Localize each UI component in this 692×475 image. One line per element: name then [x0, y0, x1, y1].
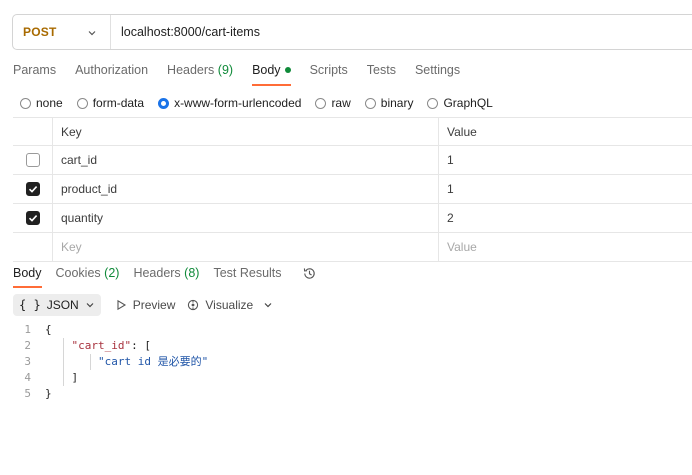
request-url-bar: POST localhost:8000/cart-items [12, 14, 692, 50]
line-number: 1 [24, 323, 31, 336]
param-key[interactable]: product_id [53, 175, 439, 203]
table-row: quantity 2 [13, 204, 692, 233]
visualize-icon [188, 299, 199, 311]
response-tabs: Body Cookies (2) Headers (8) Test Result… [13, 266, 317, 288]
tab-authorization[interactable]: Authorization [75, 62, 148, 86]
table-row: cart_id 1 [13, 146, 692, 175]
table-row: product_id 1 [13, 175, 692, 204]
check-icon [28, 215, 37, 222]
param-value[interactable]: 1 [439, 175, 692, 203]
line-number: 2 [24, 339, 31, 352]
body-type-urlencoded[interactable]: x-www-form-urlencoded [158, 96, 301, 110]
radio-icon[interactable] [364, 97, 376, 109]
method-select[interactable]: POST [13, 15, 111, 49]
radio-icon[interactable] [427, 97, 439, 109]
line-number: 3 [24, 355, 31, 368]
preview-button[interactable]: Preview [115, 298, 175, 312]
tab-body[interactable]: Body [252, 62, 291, 86]
radio-icon[interactable] [315, 97, 327, 109]
param-value[interactable]: 1 [439, 146, 692, 174]
visualize-button[interactable]: Visualize [187, 298, 253, 312]
radio-icon[interactable] [76, 97, 88, 109]
chevron-down-icon [86, 303, 94, 308]
indent-guide [63, 338, 64, 354]
column-header-key: Key [53, 118, 439, 145]
code-line: 4 ] [13, 370, 208, 386]
new-value-input[interactable]: Value [439, 233, 692, 261]
url-input[interactable]: localhost:8000/cart-items [111, 25, 692, 39]
indent-guide [90, 354, 91, 370]
code-line: 3 "cart id 是必要的" [13, 354, 208, 370]
tab-response-headers[interactable]: Headers (8) [133, 266, 199, 288]
chevron-down-icon[interactable] [263, 300, 273, 310]
line-number: 5 [24, 387, 31, 400]
body-params-table: Key Value cart_id 1 product_id 1 quantit… [13, 117, 692, 262]
check-icon [28, 186, 37, 193]
body-type-form-data[interactable]: form-data [76, 96, 144, 110]
history-icon[interactable] [302, 266, 317, 281]
tab-test-results[interactable]: Test Results [213, 266, 281, 288]
body-status-dot [284, 66, 291, 73]
body-type-raw[interactable]: raw [315, 96, 351, 110]
radio-selected-icon[interactable] [158, 97, 170, 109]
row-checkbox[interactable] [25, 211, 40, 225]
param-value[interactable]: 2 [439, 204, 692, 232]
table-row-new: Key Value [13, 233, 692, 262]
code-line: 1{ [13, 322, 208, 338]
play-icon [117, 299, 126, 311]
method-label: POST [23, 25, 57, 39]
tab-scripts[interactable]: Scripts [310, 62, 348, 86]
body-type-binary[interactable]: binary [364, 96, 413, 110]
format-label: JSON [46, 298, 79, 312]
braces-icon: { } [19, 298, 41, 312]
row-checkbox[interactable] [25, 153, 40, 167]
new-key-input[interactable]: Key [53, 233, 439, 261]
header-check-cell [13, 118, 53, 145]
code-line: 2 "cart_id": [ [13, 338, 208, 354]
tab-cookies[interactable]: Cookies (2) [56, 266, 120, 288]
column-header-value: Value [447, 124, 477, 139]
chevron-down-icon [88, 31, 96, 36]
code-line: 5} [13, 386, 208, 402]
body-type-none[interactable]: none [20, 96, 63, 110]
response-code-viewer: 1{ 2 "cart_id": [ 3 "cart id 是必要的" 4 ] 5… [13, 322, 208, 402]
radio-icon[interactable] [20, 97, 31, 109]
tab-settings[interactable]: Settings [415, 62, 460, 86]
format-select[interactable]: { } JSON [13, 294, 101, 316]
body-type-selector: none form-data x-www-form-urlencoded raw… [20, 96, 507, 110]
param-key[interactable]: cart_id [53, 146, 439, 174]
tab-response-body[interactable]: Body [13, 266, 42, 288]
row-checkbox[interactable] [25, 182, 40, 196]
tab-tests[interactable]: Tests [367, 62, 396, 86]
tab-headers[interactable]: Headers (9) [167, 62, 233, 86]
headers-count: (9) [217, 63, 234, 77]
request-tabs: Params Authorization Headers (9) Body Sc… [13, 62, 479, 86]
body-type-graphql[interactable]: GraphQL [427, 96, 493, 110]
tab-params[interactable]: Params [13, 62, 56, 86]
line-number: 4 [24, 371, 31, 384]
indent-guide [63, 370, 64, 386]
table-header-row: Key Value [13, 118, 692, 146]
indent-guide [63, 354, 64, 370]
response-toolbar: { } JSON Preview Visualize [13, 294, 273, 316]
param-key[interactable]: quantity [53, 204, 439, 232]
